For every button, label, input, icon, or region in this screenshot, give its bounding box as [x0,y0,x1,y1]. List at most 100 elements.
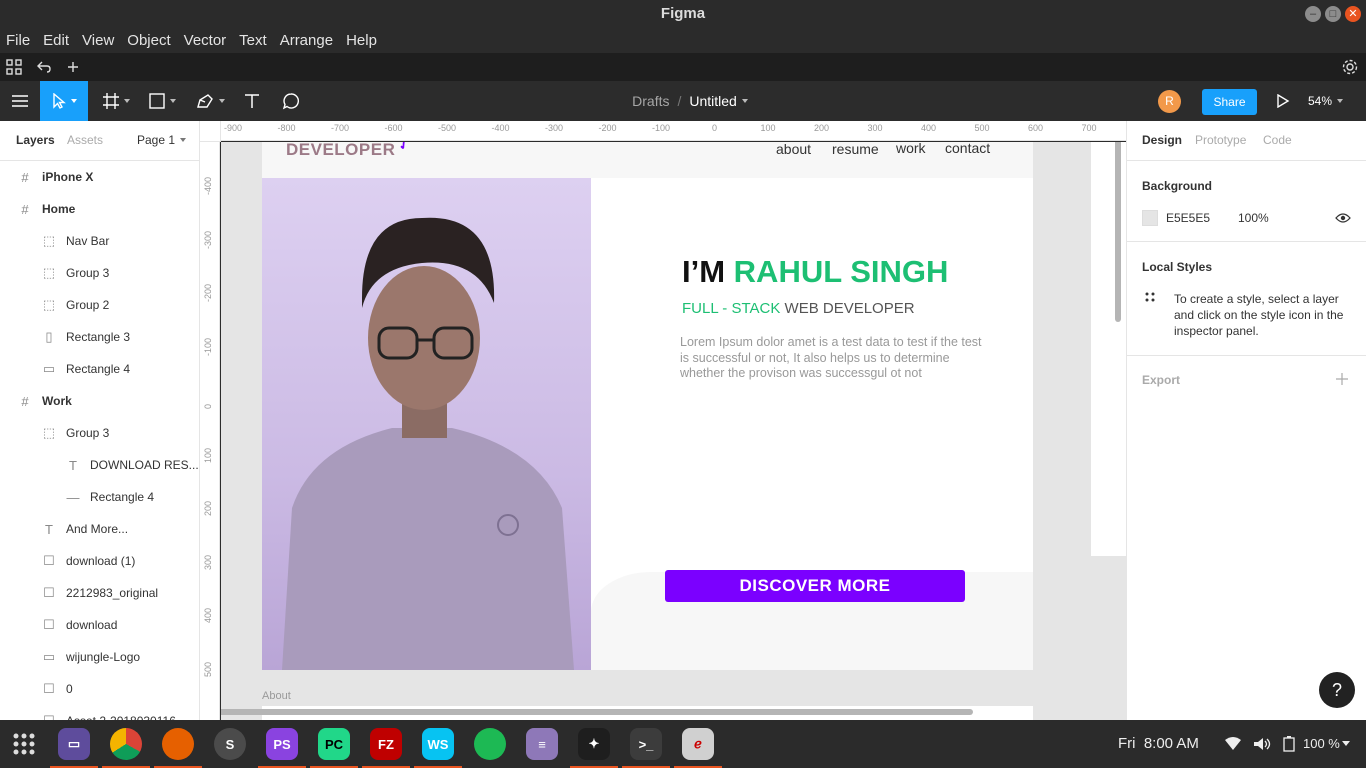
background-hex-input[interactable]: E5E5E5 [1166,211,1210,225]
menu-help[interactable]: Help [346,32,377,49]
system-menu-chevron-icon[interactable] [1342,741,1350,746]
layer-row[interactable]: ☐ 2212983_original [0,577,199,609]
layer-row[interactable]: ☐ download [0,609,199,641]
back-icon[interactable] [36,59,52,75]
new-tab-icon[interactable] [65,59,81,75]
layer-name: download (1) [66,554,136,568]
grid-icon[interactable] [6,59,22,75]
ruler-tick-label: 0 [711,123,718,133]
layer-row[interactable]: ▯ Rectangle 3 [0,321,199,353]
pen-tool[interactable] [188,81,232,121]
move-tool[interactable] [40,81,88,121]
horizontal-scrollbar[interactable] [221,709,973,715]
close-icon[interactable]: ✕ [1345,6,1361,22]
draw-app-icon[interactable]: ℯ [682,728,714,760]
tab-code[interactable]: Code [1263,133,1292,147]
menu-vector[interactable]: Vector [184,32,227,49]
layer-row[interactable]: ▭ Rectangle 4 [0,353,199,385]
export-title: Export [1142,373,1181,387]
help-button[interactable]: ? [1319,672,1355,708]
present-play-icon[interactable] [1276,94,1290,108]
page-selector[interactable]: Page 1 [137,133,187,147]
layer-row[interactable]: ⬚ Group 3 [0,417,199,449]
layer-row[interactable]: # Work [0,385,199,417]
layer-name: Group 2 [66,298,110,312]
files-app-icon[interactable]: ▭ [58,728,90,760]
background-color-swatch[interactable] [1142,210,1158,226]
volume-icon[interactable] [1253,737,1271,751]
wifi-icon[interactable] [1224,737,1242,751]
breadcrumb-drafts[interactable]: Drafts [632,93,669,109]
discover-more-button[interactable]: DISCOVER MORE [665,570,965,602]
layer-row[interactable]: ☐ download (1) [0,545,199,577]
headline-prefix: I’M [682,254,734,289]
figma-app-icon[interactable]: ✦ [578,728,610,760]
menu-file[interactable]: File [6,32,30,49]
tab-prototype[interactable]: Prototype [1195,133,1246,147]
layer-row[interactable]: # iPhone X [0,161,199,193]
shape-tool[interactable] [140,81,184,121]
frame-tool[interactable] [94,81,138,121]
nav-contact[interactable]: contact [945,142,990,156]
menu-bar: File Edit View Object Vector Text Arrang… [0,28,1366,53]
text-tool[interactable] [236,81,268,121]
menu-text[interactable]: Text [239,32,267,49]
breadcrumb: Drafts / Untitled [560,81,820,121]
filezilla-app-icon[interactable]: FZ [370,728,402,760]
ruler-tick-label: -300 [203,230,213,249]
ruler-tick-label: -200 [598,123,617,133]
frame-label-about[interactable]: About [262,690,291,702]
add-export-icon[interactable] [1336,373,1348,385]
layer-row[interactable]: T And More... [0,513,199,545]
background-opacity-input[interactable]: 100% [1238,211,1269,225]
minimize-icon[interactable]: – [1305,6,1321,22]
layer-row[interactable]: # Home [0,193,199,225]
sublime-app-icon[interactable]: S [214,728,246,760]
main-menu-icon[interactable] [0,81,40,121]
clock[interactable]: Fri 8:00 AM [1118,735,1199,752]
layer-row[interactable]: — Rectangle 4 [0,481,199,513]
layer-row[interactable]: ⬚ Group 2 [0,289,199,321]
menu-arrange[interactable]: Arrange [280,32,333,49]
layer-row[interactable]: ☐Asset 2-2018030116... [0,705,199,720]
terminal-app-icon[interactable]: >_ [630,728,662,760]
file-name[interactable]: Untitled [689,93,736,109]
show-applications-icon[interactable] [12,732,36,756]
avatar[interactable]: R [1158,90,1181,113]
vertical-scrollbar[interactable] [1115,142,1121,322]
menu-edit[interactable]: Edit [43,32,69,49]
menu-object[interactable]: Object [127,32,170,49]
chrome-app-icon[interactable] [110,728,142,760]
nav-about[interactable]: about [776,142,811,157]
tab-assets[interactable]: Assets [67,133,103,147]
layer-type-icon: ☐ [43,553,55,568]
ruler-tick-label: 0 [203,403,213,409]
layer-row[interactable]: T DOWNLOAD RES... [0,449,199,481]
zoom-control[interactable]: 54% [1308,81,1358,121]
nav-work[interactable]: work [896,142,926,156]
pycharm-app-icon[interactable]: PC [318,728,350,760]
chevron-down-icon[interactable] [741,99,748,103]
phpstorm-app-icon[interactable]: PS [266,728,298,760]
tab-layers[interactable]: Layers [16,133,55,147]
comment-tool[interactable] [274,81,308,121]
maximize-icon[interactable]: □ [1325,6,1341,22]
firefox-app-icon[interactable] [162,728,194,760]
text-editor-app-icon[interactable]: ≡ [526,728,558,760]
ruler-tick-label: 200 [813,123,830,133]
layer-row[interactable]: ▭ wijungle-Logo [0,641,199,673]
layer-row[interactable]: ⬚ Group 3 [0,257,199,289]
settings-gear-icon[interactable] [1341,58,1359,76]
tab-design[interactable]: Design [1142,133,1182,147]
spotify-app-icon[interactable] [474,728,506,760]
share-button[interactable]: Share [1202,89,1257,115]
layer-row[interactable]: ⬚ Nav Bar [0,225,199,257]
eye-icon[interactable] [1335,212,1351,224]
layer-row[interactable]: ☐ 0 [0,673,199,705]
battery-icon[interactable] [1283,736,1295,752]
webstorm-app-icon[interactable]: WS [422,728,454,760]
canvas[interactable]: DEVELOPER ✓ about resume work contact I’… [221,142,1126,720]
home-frame[interactable]: DEVELOPER ✓ about resume work contact I’… [262,142,1033,670]
menu-view[interactable]: View [82,32,114,49]
nav-resume[interactable]: resume [832,142,879,157]
